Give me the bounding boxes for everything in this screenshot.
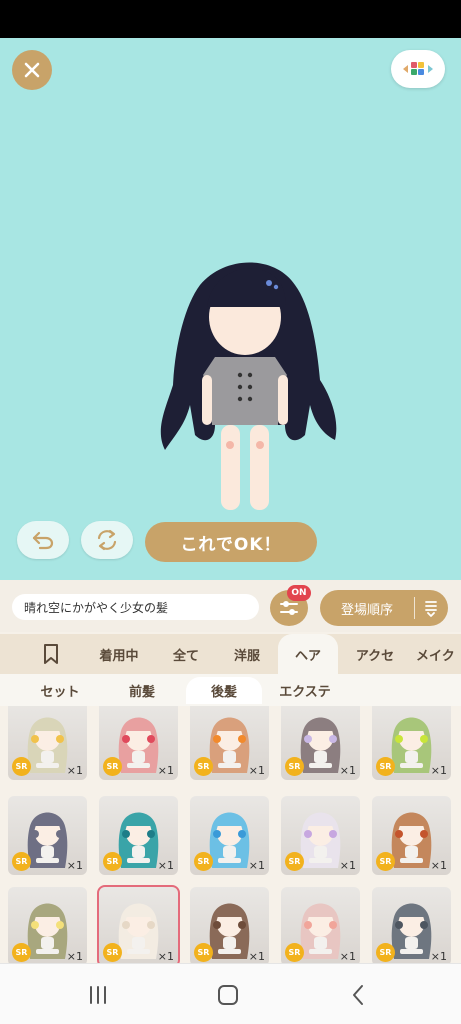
item-quantity: ×1 <box>430 950 447 963</box>
sort-label: 登場順序 <box>340 602 393 618</box>
item-quantity: ×1 <box>339 950 356 963</box>
background-button[interactable] <box>391 50 445 88</box>
tab-accessories[interactable]: アクセ <box>342 634 408 674</box>
item-quantity: ×1 <box>157 950 174 963</box>
rarity-badge: SR <box>285 757 304 776</box>
rarity-badge: SR <box>194 852 213 871</box>
item-quantity: ×1 <box>66 764 83 777</box>
subtab-back-hair[interactable]: 後髪 <box>186 677 262 704</box>
status-bar <box>0 0 461 38</box>
background-palette-icon <box>403 62 433 75</box>
recent-apps-icon <box>90 986 106 1004</box>
rarity-badge: SR <box>376 852 395 871</box>
home-button[interactable] <box>208 982 248 1008</box>
tab-wearing[interactable]: 着用中 <box>86 634 152 674</box>
rarity-badge: SR <box>12 852 31 871</box>
item-quantity: ×1 <box>66 950 83 963</box>
home-icon <box>218 985 238 1005</box>
refresh-icon <box>97 529 117 551</box>
category-tabs: 着用中 全て 洋服 ヘア アクセ メイク <box>0 634 461 674</box>
hair-item-tile[interactable]: SR ×1 <box>281 796 360 875</box>
item-quantity: ×1 <box>339 859 356 872</box>
item-quantity: ×1 <box>339 764 356 777</box>
hair-item-tile[interactable]: SR ×1 <box>372 887 451 963</box>
sort-order-icon[interactable] <box>415 599 447 617</box>
item-quantity: ×1 <box>248 950 265 963</box>
tab-hair[interactable]: ヘア <box>278 634 338 674</box>
rarity-badge: SR <box>194 757 213 776</box>
reset-button[interactable] <box>81 521 133 559</box>
rarity-badge: SR <box>376 757 395 776</box>
confirm-ok-button[interactable]: これでOK！ <box>145 522 317 562</box>
hair-item-tile[interactable]: SR ×1 <box>99 796 178 875</box>
hair-item-tile[interactable]: SR ×1 <box>372 796 451 875</box>
hair-item-tile[interactable]: SR ×1 <box>8 706 87 780</box>
rarity-badge: SR <box>285 943 304 962</box>
hair-item-tile[interactable]: SR ×1 <box>190 796 269 875</box>
hair-subtabs: セット 前髪 後髪 エクステ <box>0 674 461 706</box>
undo-icon <box>32 531 54 550</box>
tab-all[interactable]: 全て <box>160 634 212 674</box>
hair-item-tile[interactable]: SR ×1 <box>99 706 178 780</box>
hair-item-tile[interactable]: SR ×1 <box>190 887 269 963</box>
rarity-badge: SR <box>285 852 304 871</box>
hair-item-tile[interactable]: SR ×1 <box>281 887 360 963</box>
hair-item-tile[interactable]: SR ×1 <box>8 887 87 963</box>
tab-clothes[interactable]: 洋服 <box>220 634 274 674</box>
item-quantity: ×1 <box>157 859 174 872</box>
bookmark-icon <box>44 644 58 664</box>
item-title: 晴れ空にかがやく少女の髪 <box>12 594 259 620</box>
rarity-badge: SR <box>103 943 122 962</box>
item-quantity: ×1 <box>157 764 174 777</box>
sliders-icon <box>280 601 298 615</box>
tab-bookmark[interactable] <box>30 634 72 674</box>
system-nav-bar <box>0 963 461 1024</box>
back-button[interactable] <box>338 982 378 1008</box>
tab-makeup[interactable]: メイク <box>416 634 461 674</box>
item-grid: SR ×1 SR ×1 SR ×1 SR ×1 SR ×1 SR ×1 SR ×1 SR ×1 SR ×1 SR ×1… <box>0 706 461 963</box>
rarity-badge: SR <box>103 757 122 776</box>
item-quantity: ×1 <box>430 764 447 777</box>
rarity-badge: SR <box>103 852 122 871</box>
rarity-badge: SR <box>12 943 31 962</box>
back-icon <box>353 985 363 1005</box>
close-icon <box>24 62 40 78</box>
hair-item-tile[interactable]: SR ×1 <box>190 706 269 780</box>
item-quantity: ×1 <box>66 859 83 872</box>
item-quantity: ×1 <box>248 764 265 777</box>
item-quantity: ×1 <box>430 859 447 872</box>
recent-apps-button[interactable] <box>78 982 118 1008</box>
close-button[interactable] <box>12 50 52 90</box>
subtab-set[interactable]: セット <box>22 677 98 704</box>
hair-item-tile[interactable]: SR ×1 <box>281 706 360 780</box>
subtab-extensions[interactable]: エクステ <box>268 677 342 704</box>
undo-button[interactable] <box>17 521 69 559</box>
sort-button[interactable]: 登場順序 <box>320 590 448 626</box>
rarity-badge: SR <box>12 757 31 776</box>
subtab-bangs[interactable]: 前髪 <box>108 677 176 704</box>
item-quantity: ×1 <box>248 859 265 872</box>
filter-on-badge: ON <box>287 585 311 601</box>
avatar-character <box>160 262 337 510</box>
rarity-badge: SR <box>194 943 213 962</box>
hair-item-tile[interactable]: SR ×1 <box>8 796 87 875</box>
rarity-badge: SR <box>376 943 395 962</box>
hair-item-tile[interactable]: SR ×1 <box>372 706 451 780</box>
hair-item-tile[interactable]: SR ×1 <box>97 885 180 963</box>
